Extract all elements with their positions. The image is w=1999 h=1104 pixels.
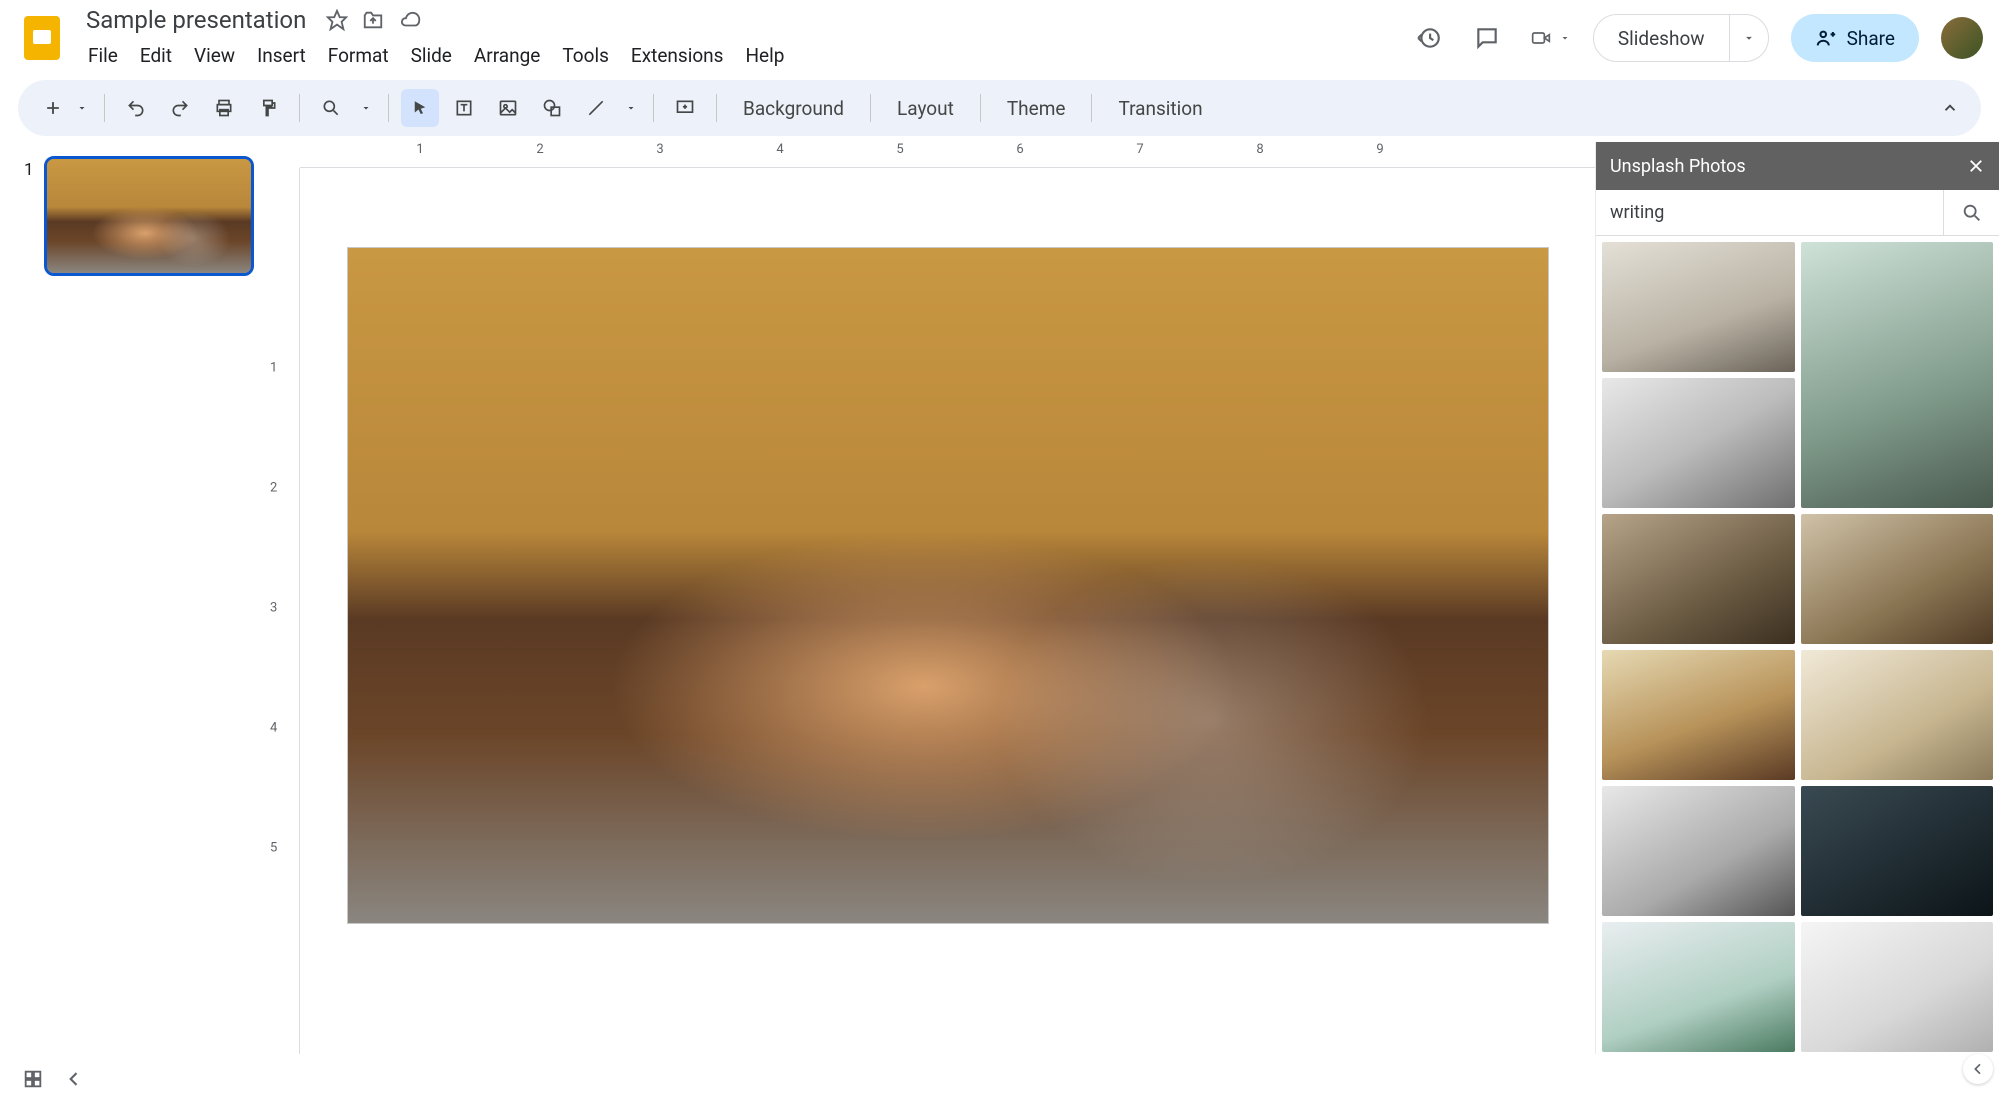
result-image[interactable]: [1602, 514, 1795, 644]
result-image[interactable]: [1602, 378, 1795, 508]
menu-edit[interactable]: Edit: [130, 38, 182, 73]
account-avatar[interactable]: [1941, 17, 1983, 59]
background-button[interactable]: Background: [729, 89, 858, 128]
results-grid[interactable]: [1596, 236, 1999, 1096]
transition-button[interactable]: Transition: [1104, 89, 1216, 128]
insert-comment-button[interactable]: [666, 89, 704, 127]
text-box-button[interactable]: [445, 89, 483, 127]
cloud-status-icon[interactable]: [398, 9, 422, 31]
close-icon[interactable]: [1967, 157, 1985, 175]
ruler-h-tick: 2: [536, 142, 543, 157]
menu-view[interactable]: View: [184, 38, 245, 73]
ruler-h-tick: 4: [776, 142, 783, 157]
insert-line-button[interactable]: [577, 89, 615, 127]
ruler-h-tick: 3: [656, 142, 663, 157]
result-image[interactable]: [1801, 922, 1994, 1052]
slideshow-button: Slideshow: [1593, 14, 1769, 62]
main-area: 1 1 2 3 4 5 6 7 8 9 1 2 3 4 5: [0, 142, 1999, 1096]
menu-help[interactable]: Help: [735, 38, 794, 73]
canvas-viewport[interactable]: [300, 168, 1595, 1096]
menu-tools[interactable]: Tools: [552, 38, 619, 73]
select-tool[interactable]: [401, 89, 439, 127]
filmstrip[interactable]: 1: [0, 142, 266, 1096]
menu-format[interactable]: Format: [318, 38, 399, 73]
slide-thumbnail[interactable]: [44, 156, 254, 276]
comments-icon[interactable]: [1469, 20, 1505, 56]
slide-image[interactable]: [348, 248, 1548, 923]
redo-button[interactable]: [161, 89, 199, 127]
move-icon[interactable]: [362, 9, 384, 31]
ruler-h-tick: 1: [416, 142, 423, 157]
ruler-h-tick: 7: [1136, 142, 1143, 157]
menu-file[interactable]: File: [78, 38, 128, 73]
canvas-area: 1 2 3 4 5 6 7 8 9 1 2 3 4 5: [266, 142, 1595, 1096]
ruler-horizontal[interactable]: 1 2 3 4 5 6 7 8 9: [300, 142, 1595, 168]
line-dropdown[interactable]: [621, 89, 641, 127]
theme-button[interactable]: Theme: [993, 89, 1080, 128]
search-input[interactable]: [1596, 190, 1943, 235]
menu-extensions[interactable]: Extensions: [621, 38, 734, 73]
sidepanel-search: [1596, 190, 1999, 236]
header-right: Slideshow Share: [1411, 14, 1983, 62]
zoom-button[interactable]: [312, 89, 350, 127]
collapse-toolbar-icon[interactable]: [1935, 93, 1965, 123]
ruler-v-tick: 4: [270, 721, 277, 736]
ruler-v-tick: 3: [270, 601, 277, 616]
title-area: Sample presentation File Edit View Inser…: [78, 4, 1411, 73]
result-image[interactable]: [1801, 242, 1994, 508]
share-label: Share: [1847, 27, 1895, 50]
result-image[interactable]: [1602, 650, 1795, 780]
app-header: Sample presentation File Edit View Inser…: [0, 0, 1999, 68]
ruler-h-tick: 8: [1256, 142, 1263, 157]
ruler-h-tick: 6: [1016, 142, 1023, 157]
insert-image-button[interactable]: [489, 89, 527, 127]
toolbar: Background Layout Theme Transition: [18, 80, 1981, 136]
grid-view-icon[interactable]: [22, 1068, 44, 1090]
star-icon[interactable]: [326, 9, 348, 31]
result-image[interactable]: [1602, 922, 1795, 1052]
history-icon[interactable]: [1411, 20, 1447, 56]
new-slide-button[interactable]: [34, 89, 72, 127]
print-button[interactable]: [205, 89, 243, 127]
ruler-h-tick: 9: [1376, 142, 1383, 157]
slide-number: 1: [24, 160, 34, 180]
result-image[interactable]: [1602, 786, 1795, 916]
result-image[interactable]: [1801, 514, 1994, 644]
insert-shape-button[interactable]: [533, 89, 571, 127]
ruler-h-tick: 5: [896, 142, 903, 157]
slides-app-icon[interactable]: [16, 12, 68, 64]
unsplash-sidepanel: Unsplash Photos: [1595, 142, 1999, 1096]
slideshow-dropdown[interactable]: [1729, 15, 1768, 61]
bottom-bar: [0, 1054, 1999, 1104]
menu-arrange[interactable]: Arrange: [464, 38, 550, 73]
layout-button[interactable]: Layout: [883, 89, 968, 128]
ruler-v-tick: 5: [270, 841, 277, 856]
undo-button[interactable]: [117, 89, 155, 127]
zoom-dropdown[interactable]: [356, 89, 376, 127]
meet-button[interactable]: [1527, 28, 1571, 48]
menubar: File Edit View Insert Format Slide Arran…: [78, 38, 1411, 73]
new-slide-dropdown[interactable]: [72, 89, 92, 127]
collapse-sidepanel-icon[interactable]: [1963, 1054, 1993, 1084]
menu-slide[interactable]: Slide: [401, 38, 462, 73]
result-image[interactable]: [1801, 650, 1994, 780]
ruler-v-tick: 1: [270, 361, 277, 376]
result-image[interactable]: [1801, 786, 1994, 916]
chevron-left-icon[interactable]: [64, 1069, 84, 1089]
slide-canvas[interactable]: [348, 248, 1548, 923]
paint-format-button[interactable]: [249, 89, 287, 127]
search-button[interactable]: [1943, 190, 1999, 235]
document-title[interactable]: Sample presentation: [78, 4, 314, 36]
sidepanel-title: Unsplash Photos: [1610, 156, 1746, 177]
filmstrip-slide-row: 1: [24, 156, 256, 276]
ruler-v-tick: 2: [270, 481, 277, 496]
menu-insert[interactable]: Insert: [247, 38, 316, 73]
slideshow-main[interactable]: Slideshow: [1594, 15, 1729, 61]
result-image[interactable]: [1602, 242, 1795, 372]
share-button[interactable]: Share: [1791, 14, 1919, 62]
sidepanel-header: Unsplash Photos: [1596, 142, 1999, 190]
ruler-vertical[interactable]: 1 2 3 4 5: [266, 168, 300, 1096]
